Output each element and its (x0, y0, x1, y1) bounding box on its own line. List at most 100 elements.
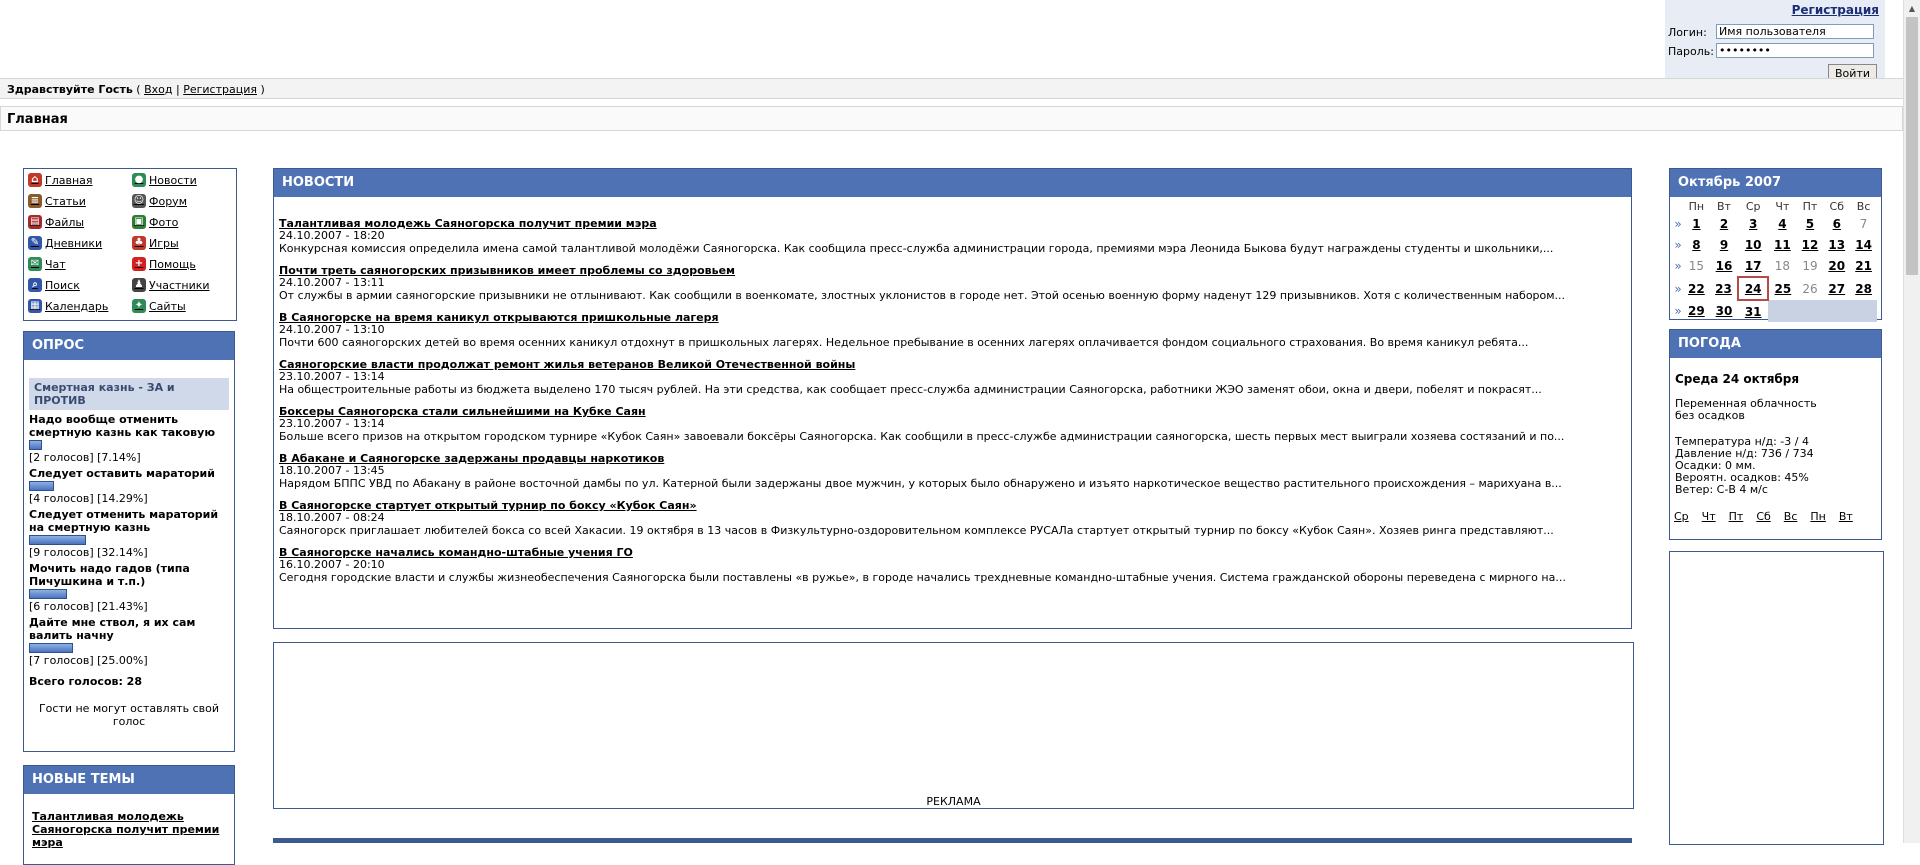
weather-day-link[interactable]: Пн (1810, 510, 1825, 523)
news-item: Талантливая молодежь Саяногорска получит… (279, 217, 1631, 255)
ad-banner[interactable]: РЕКЛАМА (273, 642, 1634, 809)
calendar-day[interactable]: 16 (1710, 255, 1738, 277)
calendar-day[interactable]: 9 (1710, 234, 1738, 255)
calendar-corner (1673, 199, 1683, 213)
calendar-day[interactable]: 29 (1683, 300, 1710, 322)
calendar-day[interactable]: 31 (1738, 300, 1768, 322)
scroll-up-icon[interactable]: ▲ (1904, 0, 1920, 17)
calendar-day[interactable]: 5 (1797, 213, 1824, 234)
calendar-day: 26 (1802, 281, 1818, 296)
calendar-day-name: Пт (1802, 199, 1818, 213)
poll-vote-percent: 32.14% (101, 546, 144, 559)
menu-item-4[interactable]: ☺ Форум (132, 194, 187, 208)
username-input[interactable] (1716, 24, 1874, 39)
poll-total: Всего голосов: 28 (29, 675, 142, 688)
poll-option-text: Следует оставить мараторий (29, 467, 215, 480)
menu-item-14[interactable]: ✦ Сайты (132, 299, 186, 313)
news-title-link[interactable]: В Саяногорске на время каникул открывают… (279, 311, 1631, 324)
register-link[interactable]: Регистрация (1792, 3, 1879, 17)
calendar-empty-cell (1768, 300, 1797, 322)
weather-day-link[interactable]: Сб (1756, 510, 1770, 523)
weather-day-links: Ср Чт Пт Сб Вс Пн Вт (1674, 510, 1881, 523)
menu-item-11[interactable]: ⌕ Поиск (28, 278, 80, 292)
news-summary: Почти 600 саяногорских детей во время ос… (279, 336, 1529, 349)
menu-item-8[interactable]: ♣ Игры (132, 236, 179, 250)
menu-item-3[interactable]: ≡ Статьи (28, 194, 86, 208)
calendar-day[interactable]: 28 (1850, 277, 1877, 300)
news-title-link[interactable]: Почти треть саяногорских призывников име… (279, 264, 1631, 277)
topic-link[interactable]: Талантливая молодежь Саяногорска получит… (32, 810, 228, 849)
week-arrow-icon[interactable]: » (1673, 277, 1683, 300)
poll-option-bar (29, 481, 54, 491)
scroll-thumb[interactable] (1906, 17, 1918, 275)
menu-item-label: Фото (149, 215, 179, 229)
menu-item-6[interactable]: ▣ Фото (132, 215, 178, 229)
files-icon: ▤ (28, 215, 42, 229)
weather-wind: Ветер: С-В 4 м/с (1675, 483, 1768, 496)
calendar-day[interactable]: 25 (1768, 277, 1796, 300)
calendar-day[interactable]: 10 (1738, 234, 1768, 255)
news-summary: Сегодня городские власти и службы жизнео… (279, 571, 1566, 584)
calendar-day[interactable]: 3 (1738, 213, 1768, 234)
paren-open: ( (136, 83, 141, 96)
calendar-day[interactable]: 21 (1850, 255, 1877, 277)
weather-day-link[interactable]: Чт (1702, 510, 1716, 523)
week-arrow-icon[interactable]: » (1673, 213, 1683, 234)
news-date: 23.10.2007 - 13:14 (279, 417, 385, 430)
calendar-day[interactable]: 1 (1683, 213, 1710, 234)
calendar-day-name: Вс (1856, 199, 1871, 213)
calendar-day[interactable]: 20 (1823, 255, 1850, 277)
week-arrow-icon[interactable]: » (1673, 234, 1683, 255)
week-arrow-icon[interactable]: » (1673, 255, 1683, 277)
calendar-day[interactable]: 14 (1850, 234, 1877, 255)
news-title-link[interactable]: В Саяногорске начались командно-штабные … (279, 546, 1631, 559)
ad-label: РЕКЛАМА (926, 795, 981, 808)
news-summary: Нарядом БППС УВД по Абакану в районе вос… (279, 477, 1562, 490)
calendar-today[interactable]: 24 (1737, 276, 1770, 301)
news-date: 24.10.2007 - 13:11 (279, 276, 385, 289)
calendar-title: Октябрь 2007 (1670, 169, 1881, 197)
news-date: 18.10.2007 - 08:24 (279, 511, 385, 524)
calendar-grid: Пн Вт Ср Чт Пт Сб Вс» 1 2 3 4 5 6 7» 8 9 10 11 12 13 14» 15 16… (1673, 199, 1878, 322)
calendar-day[interactable]: 12 (1797, 234, 1824, 255)
menu-item-7[interactable]: ✎ Дневники (28, 236, 102, 250)
menu-item-10[interactable]: + Помощь (132, 257, 196, 271)
calendar-day[interactable]: 30 (1710, 300, 1738, 322)
menu-item-12[interactable]: ♟ Участники (132, 278, 210, 292)
news-title-link[interactable]: В Абакане и Саяногорске задержаны продав… (279, 452, 1631, 465)
poll-vote-percent: 25.00% (101, 654, 144, 667)
news-title-link[interactable]: В Саяногорске стартует открытый турнир п… (279, 499, 1631, 512)
calendar-day[interactable]: 27 (1823, 277, 1850, 300)
menu-item-label: Календарь (45, 299, 109, 313)
news-title-link[interactable]: Боксеры Саяногорска стали сильнейшими на… (279, 405, 1631, 418)
calendar-empty-cell (1850, 300, 1877, 322)
news-title-link[interactable]: Талантливая молодежь Саяногорска получит… (279, 217, 1631, 230)
games-icon: ♣ (132, 236, 146, 250)
calendar-day[interactable]: 17 (1738, 255, 1768, 277)
breadcrumb: Главная (0, 106, 1903, 131)
calendar-day[interactable]: 2 (1710, 213, 1738, 234)
weather-day-link[interactable]: Пт (1729, 510, 1744, 523)
calendar-day[interactable]: 23 (1710, 277, 1738, 300)
calendar-day[interactable]: 6 (1823, 213, 1850, 234)
weather-day-link[interactable]: Ср (1674, 510, 1689, 523)
vertical-scrollbar[interactable]: ▲ (1903, 0, 1920, 843)
calendar-day[interactable]: 11 (1768, 234, 1796, 255)
calendar-day[interactable]: 4 (1768, 213, 1796, 234)
register-link-secondary[interactable]: Регистрация (183, 83, 257, 96)
weather-day-link[interactable]: Вт (1839, 510, 1853, 523)
calendar-day[interactable]: 8 (1683, 234, 1710, 255)
calendar-day[interactable]: 13 (1823, 234, 1850, 255)
password-input[interactable] (1716, 43, 1874, 58)
calendar-day[interactable]: 22 (1683, 277, 1710, 300)
menu-item-13[interactable]: ▦ Календарь (28, 299, 108, 313)
menu-item-1[interactable]: ⌂ Главная (28, 173, 93, 187)
menu-item-2[interactable]: ● Новости (132, 173, 197, 187)
poll-option-votes: [6 голосов] [21.43%] (29, 600, 148, 613)
news-title-link[interactable]: Саяногорские власти продолжат ремонт жил… (279, 358, 1631, 371)
weather-day-link[interactable]: Вс (1784, 510, 1798, 523)
week-arrow-icon[interactable]: » (1673, 300, 1683, 322)
menu-item-9[interactable]: ✉ Чат (28, 257, 66, 271)
login-link[interactable]: Вход (144, 83, 172, 96)
menu-item-5[interactable]: ▤ Файлы (28, 215, 84, 229)
